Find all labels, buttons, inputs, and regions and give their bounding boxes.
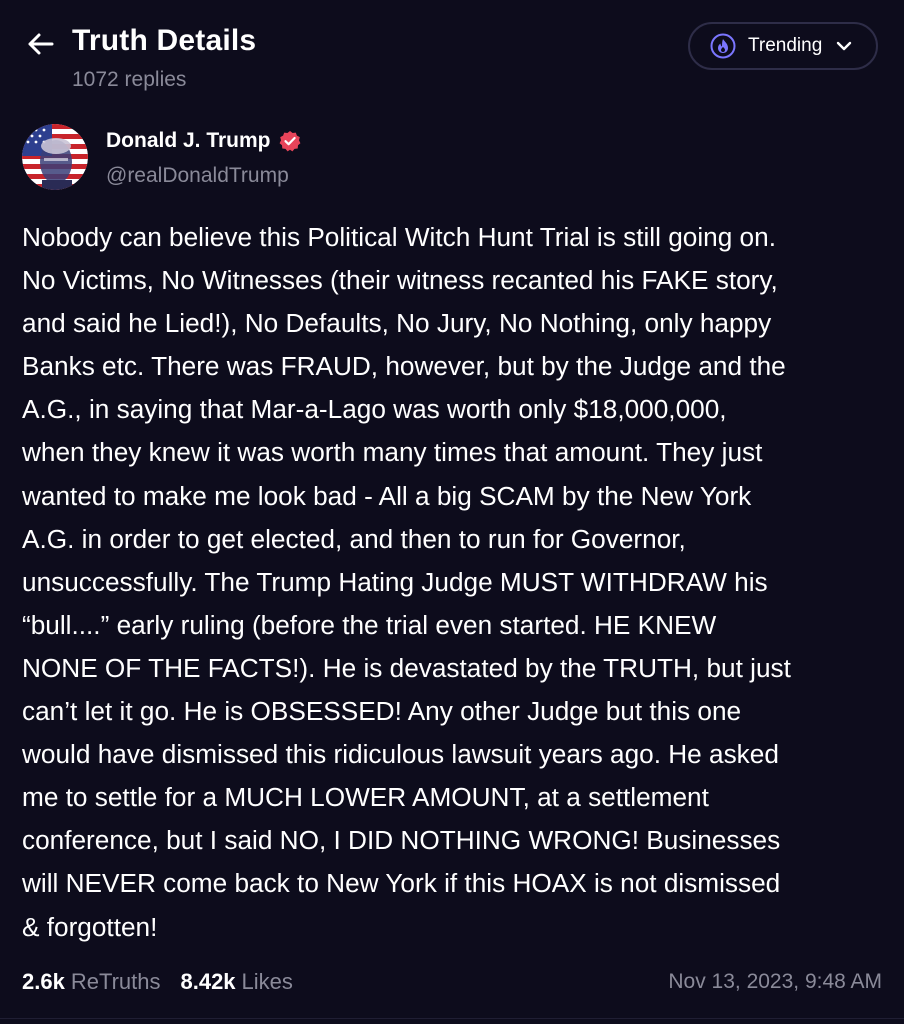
feed-selector-label: Trending xyxy=(748,35,823,56)
arrow-left-icon xyxy=(28,33,54,55)
reply-count: 1072 replies xyxy=(72,68,187,91)
post-text: Nobody can believe this Political Witch … xyxy=(22,222,791,942)
retruths-stat[interactable]: 2.6k ReTruths xyxy=(22,969,160,995)
post-stats: 2.6k ReTruths 8.42k Likes Nov 13, 2023, … xyxy=(22,966,882,998)
page-title: Truth Details xyxy=(72,24,257,57)
author-name-text: Donald J. Trump xyxy=(106,129,271,152)
post-author: Donald J. Trump @realDonaldTrump xyxy=(22,124,882,194)
feed-selector-button[interactable]: Trending xyxy=(688,22,878,70)
retruths-count: 2.6k xyxy=(22,969,65,994)
author-handle[interactable]: @realDonaldTrump xyxy=(106,164,289,188)
post-timestamp: Nov 13, 2023, 9:48 AM xyxy=(668,970,882,993)
author-name[interactable]: Donald J. Trump xyxy=(106,129,301,153)
chevron-down-icon xyxy=(836,41,852,51)
verified-badge-icon xyxy=(279,130,301,152)
likes-stat[interactable]: 8.42k Likes xyxy=(180,969,292,995)
retruths-label: ReTruths xyxy=(70,969,161,994)
flame-icon xyxy=(710,33,736,59)
likes-count: 8.42k xyxy=(180,969,236,994)
page-header: Truth Details 1072 replies Trending xyxy=(0,0,904,110)
divider xyxy=(0,1018,904,1019)
back-button[interactable] xyxy=(22,26,58,62)
likes-label: Likes xyxy=(241,969,293,994)
avatar[interactable] xyxy=(22,124,88,190)
